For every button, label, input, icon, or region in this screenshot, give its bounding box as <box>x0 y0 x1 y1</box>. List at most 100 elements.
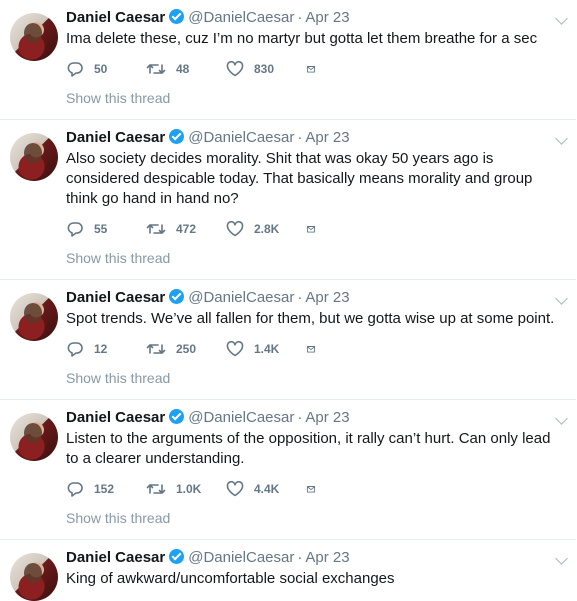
retweet-button[interactable]: 250 <box>146 341 226 357</box>
separator-dot: · <box>297 9 303 26</box>
author-name[interactable]: Daniel Caesar <box>66 9 165 26</box>
separator-dot: · <box>297 549 303 566</box>
retweet-count: 250 <box>176 342 197 356</box>
verified-badge-icon <box>169 409 185 424</box>
tweet-header: Daniel Caesar @DanielCaesar · Apr 23 <box>66 8 350 28</box>
retweet-button[interactable]: 1.0K <box>146 481 226 497</box>
separator-dot: · <box>297 129 303 146</box>
tweet-actions: 50 48 830 <box>66 59 326 79</box>
envelope-icon <box>306 346 316 353</box>
tweet-date[interactable]: Apr 23 <box>305 289 349 306</box>
show-thread-link[interactable]: Show this thread <box>66 250 170 266</box>
tweet[interactable]: Daniel Caesar @DanielCaesar · Apr 23 Listen… <box>0 400 576 540</box>
like-button[interactable]: 4.4K <box>226 481 306 497</box>
show-thread-link[interactable]: Show this thread <box>66 510 170 526</box>
verified-badge-icon <box>169 549 185 564</box>
author-name[interactable]: Daniel Caesar <box>66 289 165 306</box>
like-button[interactable]: 2.8K <box>226 221 306 237</box>
reply-icon <box>67 222 83 237</box>
retweet-icon <box>146 344 166 354</box>
direct-message-button[interactable] <box>306 481 326 497</box>
tweet-date[interactable]: Apr 23 <box>305 129 349 146</box>
separator-dot: · <box>297 409 303 426</box>
direct-message-button[interactable] <box>306 341 326 357</box>
envelope-icon <box>306 486 316 493</box>
reply-button[interactable]: 12 <box>66 341 146 357</box>
show-thread-link[interactable]: Show this thread <box>66 370 170 386</box>
chevron-down-icon[interactable] <box>555 412 568 425</box>
tweet-date[interactable]: Apr 23 <box>305 549 349 566</box>
direct-message-button[interactable] <box>306 61 326 77</box>
tweet[interactable]: Daniel Caesar @DanielCaesar · Apr 23 Ima de… <box>0 0 576 120</box>
author-name[interactable]: Daniel Caesar <box>66 129 165 146</box>
like-button[interactable]: 1.4K <box>226 341 306 357</box>
tweet-actions: 55 472 2.8K <box>66 219 326 239</box>
heart-icon <box>226 61 244 77</box>
separator-dot: · <box>297 289 303 306</box>
tweet-text: Listen to the arguments of the oppositio… <box>66 430 551 467</box>
like-count: 830 <box>254 62 275 76</box>
reply-button[interactable]: 50 <box>66 61 146 77</box>
retweet-count: 48 <box>176 62 190 76</box>
author-handle[interactable]: @DanielCaesar <box>188 409 294 426</box>
reply-icon <box>67 342 83 357</box>
like-count: 1.4K <box>254 342 280 356</box>
author-handle[interactable]: @DanielCaesar <box>188 289 294 306</box>
avatar[interactable] <box>10 293 58 341</box>
tweet-text: Ima delete these, cuz I’m no martyr but … <box>66 30 538 47</box>
chevron-down-icon[interactable] <box>555 132 568 145</box>
author-handle[interactable]: @DanielCaesar <box>188 549 294 566</box>
retweet-icon <box>146 224 166 234</box>
like-count: 4.4K <box>254 482 280 496</box>
chevron-down-icon[interactable] <box>555 292 568 305</box>
tweet[interactable]: Daniel Caesar @DanielCaesar · Apr 23 King o… <box>0 540 576 601</box>
tweet-actions: 12 250 1.4K <box>66 339 326 359</box>
reply-count: 12 <box>94 342 108 356</box>
reply-count: 152 <box>94 482 115 496</box>
heart-icon <box>226 481 244 497</box>
heart-icon <box>226 341 244 357</box>
tweet-date[interactable]: Apr 23 <box>305 409 349 426</box>
verified-badge-icon <box>169 129 185 144</box>
author-name[interactable]: Daniel Caesar <box>66 409 165 426</box>
author-handle[interactable]: @DanielCaesar <box>188 9 294 26</box>
tweet-actions: 152 1.0K 4.4K <box>66 479 326 499</box>
tweet-text: King of awkward/uncomfortable social exc… <box>66 570 395 587</box>
tweet-feed: Daniel Caesar @DanielCaesar · Apr 23 Ima de… <box>0 0 577 601</box>
author-handle[interactable]: @DanielCaesar <box>188 129 294 146</box>
tweet[interactable]: Daniel Caesar @DanielCaesar · Apr 23 Spot t… <box>0 280 576 400</box>
envelope-icon <box>306 66 316 73</box>
envelope-icon <box>306 226 316 233</box>
retweet-icon <box>146 484 166 494</box>
verified-badge-icon <box>169 289 185 304</box>
like-count: 2.8K <box>254 222 280 236</box>
retweet-count: 472 <box>176 222 197 236</box>
retweet-button[interactable]: 48 <box>146 61 226 77</box>
reply-button[interactable]: 152 <box>66 481 146 497</box>
chevron-down-icon[interactable] <box>555 12 568 25</box>
reply-button[interactable]: 55 <box>66 221 146 237</box>
reply-count: 50 <box>94 62 108 76</box>
verified-badge-icon <box>169 9 185 24</box>
tweet-header: Daniel Caesar @DanielCaesar · Apr 23 <box>66 408 350 428</box>
retweet-button[interactable]: 472 <box>146 221 226 237</box>
avatar[interactable] <box>10 553 58 601</box>
show-thread-link[interactable]: Show this thread <box>66 90 170 106</box>
author-name[interactable]: Daniel Caesar <box>66 549 165 566</box>
heart-icon <box>226 221 244 237</box>
tweet-date[interactable]: Apr 23 <box>305 9 349 26</box>
like-button[interactable]: 830 <box>226 61 306 77</box>
tweet-text: Also society decides morality. Shit that… <box>66 150 533 207</box>
tweet-header: Daniel Caesar @DanielCaesar · Apr 23 <box>66 288 350 308</box>
avatar[interactable] <box>10 413 58 461</box>
direct-message-button[interactable] <box>306 221 326 237</box>
reply-icon <box>67 62 83 77</box>
tweet[interactable]: Daniel Caesar @DanielCaesar · Apr 23 Also s… <box>0 120 576 280</box>
tweet-text: Spot trends. We’ve all fallen for them, … <box>66 310 555 327</box>
tweet-header: Daniel Caesar @DanielCaesar · Apr 23 <box>66 548 350 568</box>
retweet-count: 1.0K <box>176 482 202 496</box>
chevron-down-icon[interactable] <box>555 552 568 565</box>
avatar[interactable] <box>10 133 58 181</box>
reply-icon <box>67 482 83 497</box>
avatar[interactable] <box>10 13 58 61</box>
